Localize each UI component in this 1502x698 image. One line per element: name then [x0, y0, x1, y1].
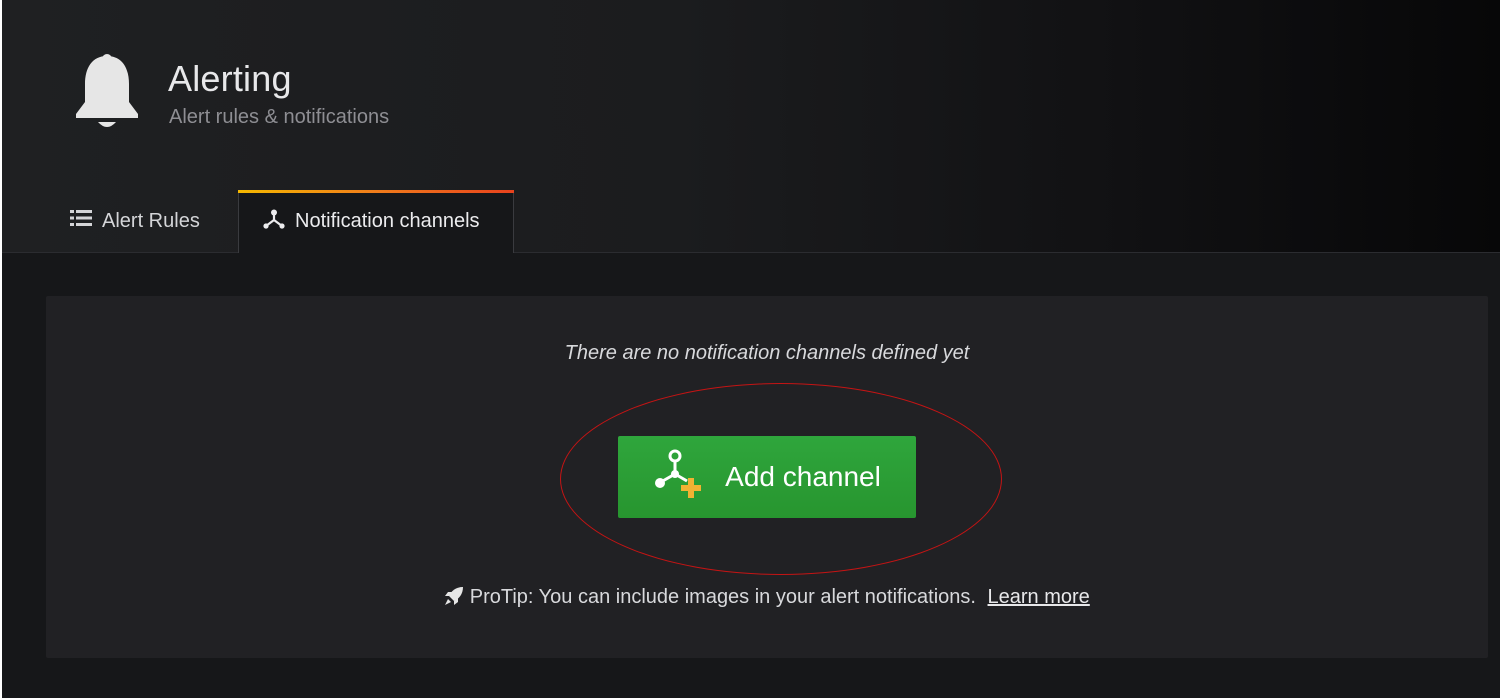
tab-notification-channels[interactable]: Notification channels: [238, 190, 514, 253]
add-channel-label: Add channel: [725, 461, 881, 492]
empty-state-message: There are no notification channels defin…: [564, 342, 970, 364]
list-icon: [70, 209, 102, 233]
tab-alert-rules[interactable]: Alert Rules: [70, 190, 200, 252]
add-channel-icon: [653, 448, 725, 507]
protip-text: ProTip: You can include images in your a…: [469, 586, 976, 608]
empty-state-panel: There are no notification channels defin…: [46, 296, 1488, 658]
tab-alert-rules-label: Alert Rules: [102, 209, 200, 232]
add-channel-button[interactable]: Add channel: [618, 436, 916, 518]
bell-icon: [74, 52, 140, 132]
tab-notification-channels-label: Notification channels: [295, 210, 480, 232]
page-title: Alerting: [168, 58, 292, 99]
app-frame: Alerting Alert rules & notifications Ale…: [0, 0, 1502, 698]
rocket-icon: [444, 586, 470, 608]
protip: ProTip: You can include images in your a…: [46, 586, 1488, 609]
share-nodes-icon: [263, 209, 295, 235]
learn-more-link[interactable]: Learn more: [988, 586, 1090, 608]
page-subtitle: Alert rules & notifications: [169, 106, 390, 128]
page-header: Alerting Alert rules & notifications Ale…: [2, 0, 1500, 253]
